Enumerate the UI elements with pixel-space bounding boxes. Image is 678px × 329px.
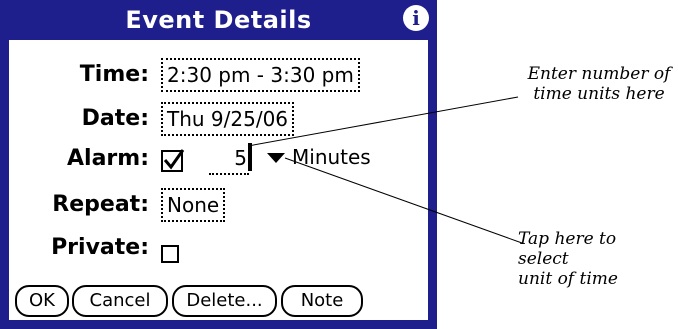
- annotation-line: Tap here to select: [518, 229, 617, 269]
- annotation-line: time units here: [533, 84, 665, 104]
- tap-callout-line: [284, 157, 523, 244]
- tap-unit-annotation: Tap here to select unit of time: [518, 229, 668, 289]
- annotation-line: Enter number of: [527, 64, 671, 84]
- annotation-line: unit of time: [518, 269, 618, 289]
- enter-callout-line: [247, 96, 519, 147]
- enter-units-annotation: Enter number of time units here: [520, 64, 678, 104]
